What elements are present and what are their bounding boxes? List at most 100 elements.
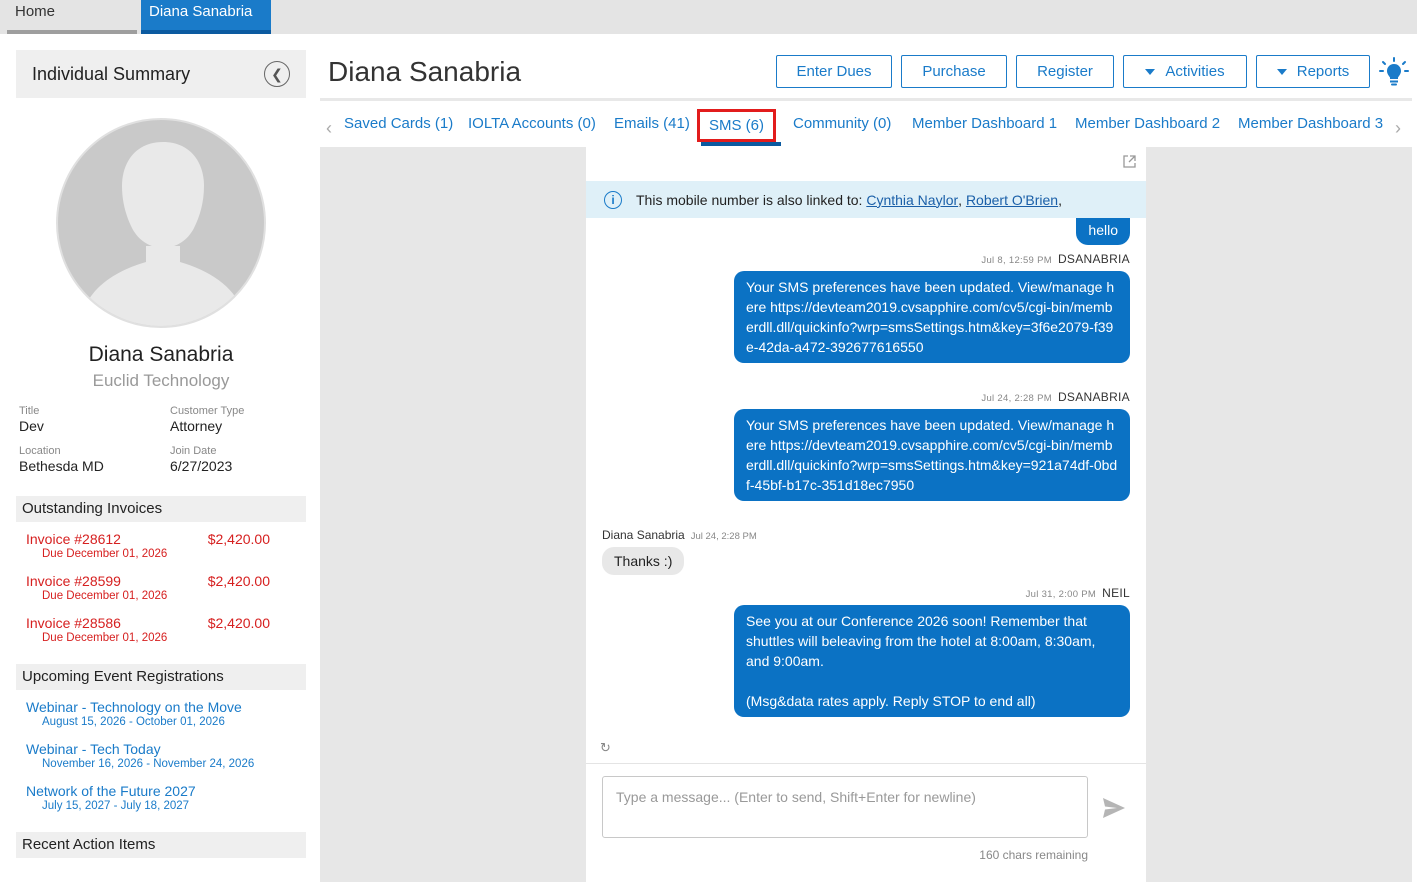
title-value: Dev [19,418,44,434]
invoice-item[interactable]: Invoice #28612 $2,420.00 Due December 01… [26,531,296,560]
linked-contact-link[interactable]: Cynthia Naylor [866,192,958,208]
summary-header: Individual Summary ❮ [16,50,306,98]
register-button[interactable]: Register [1016,55,1114,88]
tab-home[interactable]: Home [7,0,137,34]
upcoming-events-header: Upcoming Event Registrations [16,664,306,690]
caret-down-icon [1145,68,1156,75]
outgoing-message: See you at our Conference 2026 soon! Rem… [734,605,1130,717]
message-input[interactable]: Type a message... (Enter to send, Shift+… [602,776,1088,838]
collapse-sidebar-icon[interactable]: ❮ [264,61,290,87]
message-text: (Msg&data rates apply. Reply STOP to end… [746,693,1036,709]
recent-action-items-header: Recent Action Items [16,832,306,858]
activities-button[interactable]: Activities [1123,55,1247,88]
customer-type-label: Customer Type [170,405,245,417]
event-name[interactable]: Network of the Future 2027 [26,783,306,799]
message-time: Jul 24, 2:28 PM [690,531,757,542]
event-item[interactable]: Webinar - Technology on the Move August … [26,699,306,728]
event-name[interactable]: Webinar - Tech Today [26,741,306,757]
page-title: Diana Sanabria [328,56,522,87]
link-separator: , [958,191,963,208]
composer-divider [586,763,1146,764]
info-text: This mobile number is also linked to: [636,191,863,208]
outgoing-message: hello [1076,218,1130,245]
customer-type-field: Customer Type Attorney [170,405,244,434]
tab-saved-cards[interactable]: Saved Cards (1) [344,115,453,132]
location-field: Location Bethesda MD [19,445,104,474]
message-sender: DSANABRIA [1057,390,1130,404]
invoice-amount: $2,420.00 [207,615,270,631]
tab-emails[interactable]: Emails (41) [614,115,690,132]
enter-dues-button[interactable]: Enter Dues [776,55,892,88]
message-time: Jul 24, 2:28 PM [981,393,1052,404]
message-meta: Diana Sanabria Jul 24, 2:28 PM [602,528,763,542]
event-item[interactable]: Webinar - Tech Today November 16, 2026 -… [26,741,306,770]
tab-member-dashboard-2[interactable]: Member Dashboard 2 [1075,115,1220,132]
customer-type-value: Attorney [170,418,223,434]
tab-sms[interactable]: SMS (6) [697,109,777,142]
linked-contact-link[interactable]: Robert O'Brien [966,192,1058,208]
message-text: See you at our Conference 2026 soon! Rem… [746,613,1096,669]
outgoing-message: Your SMS preferences have been updated. … [734,271,1130,363]
outgoing-message: Your SMS preferences have been updated. … [734,409,1130,501]
send-icon[interactable] [1102,797,1126,819]
chars-remaining: 160 chars remaining [979,848,1088,862]
link-separator: , [1058,191,1062,208]
location-label: Location [19,445,61,457]
invoice-due: Due December 01, 2026 [42,590,168,602]
message-sender: DSANABRIA [1057,252,1130,266]
activities-label: Activities [1165,63,1225,80]
invoice-item[interactable]: Invoice #28586 $2,420.00 Due December 01… [26,615,296,644]
invoice-due: Due December 01, 2026 [42,632,168,644]
incoming-message: Thanks :) [602,547,685,575]
person-silhouette-icon [84,142,242,326]
outstanding-invoices-header: Outstanding Invoices [16,496,306,522]
caret-down-icon [1276,68,1287,75]
sms-conversation-panel: i This mobile number is also linked to: … [586,147,1146,882]
invoice-amount: $2,420.00 [207,573,270,589]
message-meta: Jul 31, 2:00 PM NEIL [1026,586,1130,600]
join-date-label: Join Date [170,445,217,457]
purchase-button[interactable]: Purchase [901,55,1007,88]
profile-company: Euclid Technology [92,371,230,390]
lightbulb-icon[interactable] [1379,57,1409,87]
message-time: Jul 8, 12:59 PM [981,255,1052,266]
message-meta: Jul 24, 2:28 PM DSANABRIA [981,390,1130,404]
scroll-left-icon[interactable]: ‹ [326,118,332,139]
invoice-amount: $2,420.00 [207,531,270,547]
message-meta: Jul 8, 12:59 PM DSANABRIA [981,252,1130,266]
header-divider [320,98,1412,101]
reports-label: Reports [1296,63,1350,80]
location-value: Bethesda MD [19,458,104,474]
event-item[interactable]: Network of the Future 2027 July 15, 2027… [26,783,306,812]
tab-member-dashboard-3[interactable]: Member Dashboard 3 [1238,115,1383,132]
summary-title: Individual Summary [32,63,191,84]
join-date-field: Join Date 6/27/2023 [170,445,232,474]
tab-iolta-accounts[interactable]: IOLTA Accounts (0) [468,115,596,132]
scroll-right-icon[interactable]: › [1395,118,1401,139]
event-name[interactable]: Webinar - Technology on the Move [26,699,306,715]
message-sender: Diana Sanabria [602,528,685,542]
title-label: Title [19,405,40,417]
title-field: Title Dev [19,405,44,434]
message-time: Jul 31, 2:00 PM [1025,589,1097,600]
event-dates: July 15, 2027 - July 18, 2027 [42,800,190,812]
reports-button[interactable]: Reports [1256,55,1370,88]
invoice-item[interactable]: Invoice #28599 $2,420.00 Due December 01… [26,573,296,602]
tab-community[interactable]: Community (0) [793,115,891,132]
message-sender: NEIL [1102,586,1130,600]
info-icon: i [604,190,622,209]
event-dates: August 15, 2026 - October 01, 2026 [42,716,225,728]
popout-icon[interactable] [1123,155,1136,168]
individual-summary-sidebar: Individual Summary ❮ Diana Sanabria Eucl… [16,50,306,858]
active-tab-indicator [701,142,781,146]
tab-diana-sanabria[interactable]: Diana Sanabria [141,0,271,34]
linked-numbers-notice: i This mobile number is also linked to: … [586,181,1146,218]
top-tab-bar: Home Diana Sanabria [0,0,1417,34]
join-date-value: 6/27/2023 [170,458,233,474]
avatar [56,118,266,328]
event-dates: November 16, 2026 - November 24, 2026 [42,758,255,770]
profile-name: Diana Sanabria [88,343,234,366]
refresh-icon[interactable]: ↻ [600,740,611,756]
tab-member-dashboard-1[interactable]: Member Dashboard 1 [912,115,1057,132]
invoice-due: Due December 01, 2026 [42,548,168,560]
